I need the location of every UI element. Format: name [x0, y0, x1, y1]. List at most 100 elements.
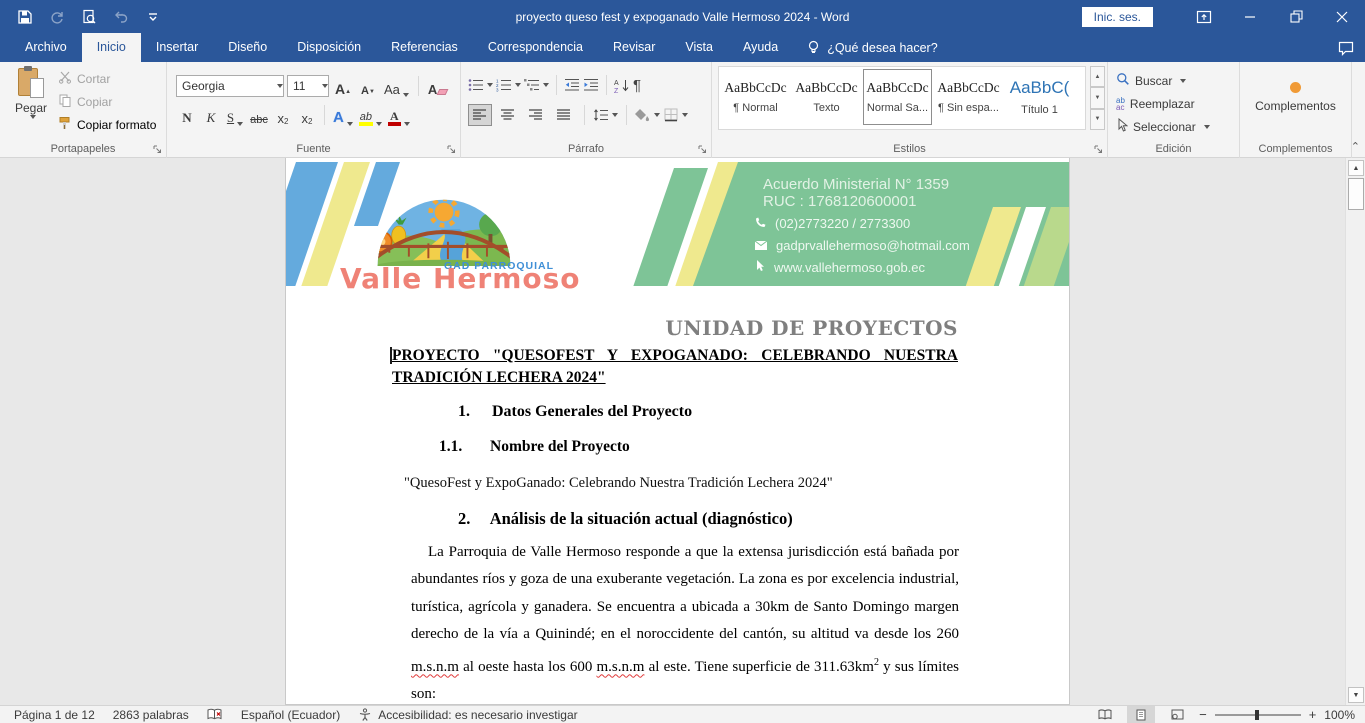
zoom-slider-thumb[interactable]	[1255, 710, 1259, 720]
strikethrough-button[interactable]: abc	[248, 104, 270, 126]
save-icon[interactable]	[16, 8, 34, 26]
select-button[interactable]: Seleccionar	[1108, 116, 1210, 137]
replace-button[interactable]: abac Reemplazar	[1108, 93, 1195, 114]
shading-button[interactable]	[635, 108, 660, 122]
align-right-button[interactable]	[524, 104, 548, 126]
group-complementos: Complementos Complementos	[1240, 62, 1352, 158]
font-dialog-launcher-icon[interactable]	[445, 143, 457, 155]
ribbon-display-options-icon[interactable]	[1181, 0, 1227, 33]
project-name-quote: "QuesoFest y ExpoGanado: Celebrando Nues…	[404, 475, 833, 492]
undo-icon	[112, 8, 130, 26]
font-family-combo[interactable]: Georgia	[176, 75, 284, 97]
text-effects-button[interactable]: A	[331, 104, 355, 126]
tab-vista[interactable]: Vista	[670, 33, 728, 62]
style-titulo-1[interactable]: AaBbC( Título 1	[1005, 69, 1074, 125]
copy-icon	[58, 93, 72, 110]
collapse-ribbon-icon[interactable]: ⌃	[1351, 140, 1360, 153]
font-family-value: Georgia	[182, 79, 225, 93]
styles-more-icon[interactable]: ▼	[1090, 109, 1105, 130]
superscript-button[interactable]: x2	[296, 104, 318, 126]
scroll-down-icon[interactable]: ▼	[1348, 687, 1364, 703]
change-case-button[interactable]: Aa	[382, 75, 411, 97]
comments-icon[interactable]	[1335, 37, 1357, 59]
underline-button[interactable]: S	[224, 104, 246, 126]
proofing-errors-icon[interactable]	[207, 708, 223, 721]
style-sin-espaciado[interactable]: AaBbCcDc ¶ Sin espa...	[934, 69, 1003, 125]
print-preview-icon[interactable]	[80, 8, 98, 26]
zoom-out-button[interactable]: −	[1199, 707, 1207, 722]
styles-scroll-up-icon[interactable]: ▲	[1090, 66, 1105, 87]
line-spacing-button[interactable]	[593, 108, 618, 122]
increase-indent-button[interactable]	[583, 78, 599, 92]
sort-button[interactable]: AZ	[614, 78, 630, 93]
tab-referencias[interactable]: Referencias	[376, 33, 473, 62]
scroll-up-icon[interactable]: ▲	[1348, 160, 1364, 176]
vertical-scrollbar[interactable]: ▲ ▼	[1345, 158, 1365, 705]
tab-inicio[interactable]: Inicio	[82, 33, 141, 62]
subscript-button[interactable]: x2	[272, 104, 294, 126]
group-label-portapapeles: Portapapeles	[0, 143, 166, 155]
document-area: GAD PARROQUIAL Valle Hermoso Acuerdo Min…	[0, 158, 1345, 705]
paragraph-dialog-launcher-icon[interactable]	[696, 143, 708, 155]
tab-ayuda[interactable]: Ayuda	[728, 33, 793, 62]
zoom-in-button[interactable]: +	[1309, 707, 1317, 722]
pilcrow-button[interactable]: ¶	[633, 77, 641, 94]
multilevel-list-button[interactable]	[524, 78, 549, 92]
bold-button[interactable]: N	[176, 104, 198, 126]
align-center-button[interactable]	[496, 104, 520, 126]
word-count[interactable]: 2863 palabras	[113, 708, 189, 722]
align-left-button[interactable]	[468, 104, 492, 126]
svg-text:3: 3	[496, 88, 499, 93]
print-layout-icon[interactable]	[1127, 706, 1155, 723]
tab-disposicion[interactable]: Disposición	[282, 33, 376, 62]
copy-button: Copiar	[58, 91, 112, 112]
highlight-button[interactable]: ab	[357, 104, 384, 126]
format-painter-label: Copiar formato	[77, 118, 156, 132]
italic-button[interactable]: K	[200, 104, 222, 126]
format-painter-button[interactable]: Copiar formato	[58, 114, 156, 135]
web-layout-icon[interactable]	[1163, 706, 1191, 723]
document-page[interactable]: GAD PARROQUIAL Valle Hermoso Acuerdo Min…	[285, 158, 1070, 705]
shrink-font-button[interactable]: A▼	[357, 75, 379, 97]
tab-revisar[interactable]: Revisar	[598, 33, 670, 62]
font-color-button[interactable]: A	[386, 104, 412, 126]
justify-button[interactable]	[552, 104, 576, 126]
status-bar: Página 1 de 12 2863 palabras Español (Ec…	[0, 705, 1365, 723]
font-size-combo[interactable]: 11	[287, 75, 329, 97]
style-normal[interactable]: AaBbCcDc ¶ Normal	[721, 69, 790, 125]
tab-diseno[interactable]: Diseño	[213, 33, 282, 62]
grow-font-button[interactable]: A▲	[332, 75, 354, 97]
sign-in-button[interactable]: Inic. ses.	[1082, 7, 1153, 27]
styles-scroll-down-icon[interactable]: ▼	[1090, 87, 1105, 108]
addins-button[interactable]: Complementos	[1240, 82, 1351, 113]
customize-quick-access-icon[interactable]	[144, 8, 162, 26]
tab-archivo[interactable]: Archivo	[10, 33, 82, 62]
page-indicator[interactable]: Página 1 de 12	[14, 708, 95, 722]
accessibility-status[interactable]: Accesibilidad: es necesario investigar	[378, 708, 577, 722]
scrollbar-thumb[interactable]	[1348, 178, 1364, 210]
numbered-list-button[interactable]: 123	[496, 78, 521, 92]
zoom-level[interactable]: 100%	[1324, 708, 1355, 722]
zoom-slider[interactable]	[1215, 714, 1301, 716]
bullet-list-button[interactable]	[468, 78, 493, 92]
title-bar: proyecto queso fest y expoganado Valle H…	[0, 0, 1365, 33]
clear-formatting-button[interactable]: A	[426, 75, 449, 97]
style-texto[interactable]: AaBbCcDc Texto	[792, 69, 861, 125]
find-button[interactable]: Buscar	[1108, 70, 1186, 91]
decrease-indent-button[interactable]	[564, 78, 580, 92]
tell-me-box[interactable]: ¿Qué desea hacer?	[807, 33, 938, 62]
styles-dialog-launcher-icon[interactable]	[1092, 143, 1104, 155]
tab-insertar[interactable]: Insertar	[141, 33, 213, 62]
restore-button[interactable]	[1273, 0, 1319, 33]
style-normal-sa[interactable]: AaBbCcDc Normal Sa...	[863, 69, 932, 125]
language-indicator[interactable]: Español (Ecuador)	[241, 708, 340, 722]
paste-button[interactable]: Pegar	[8, 66, 54, 138]
read-mode-icon[interactable]	[1091, 706, 1119, 723]
borders-button[interactable]	[664, 108, 688, 122]
accessibility-icon	[358, 708, 372, 721]
tab-correspondencia[interactable]: Correspondencia	[473, 33, 598, 62]
close-button[interactable]	[1319, 0, 1365, 33]
clipboard-dialog-launcher-icon[interactable]	[151, 143, 163, 155]
minimize-button[interactable]	[1227, 0, 1273, 33]
paste-dropdown-icon[interactable]	[30, 115, 36, 119]
